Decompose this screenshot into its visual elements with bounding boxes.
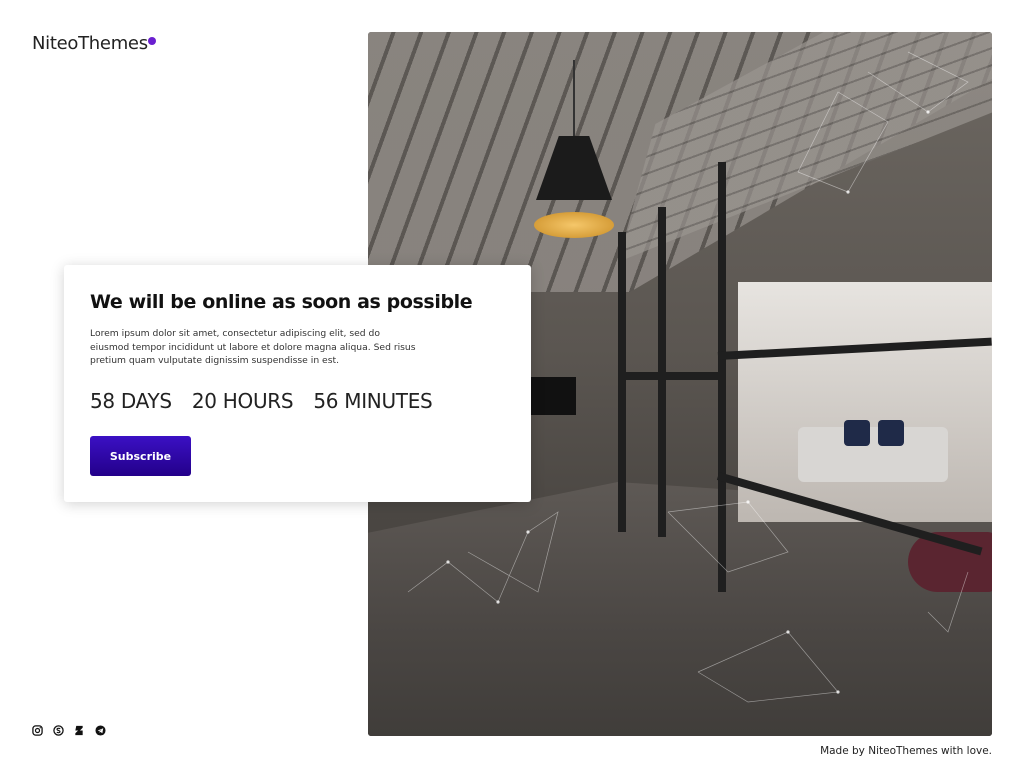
subscribe-button[interactable]: Subscribe	[90, 436, 191, 476]
countdown-hours: 20 HOURS	[191, 389, 294, 413]
skype-icon[interactable]	[52, 724, 64, 736]
deviantart-icon[interactable]	[73, 724, 85, 736]
social-links	[31, 724, 106, 736]
countdown-minutes: 56 MINUTES	[313, 389, 433, 413]
announcement-card: We will be online as soon as possible Lo…	[64, 265, 531, 502]
instagram-icon[interactable]	[31, 724, 43, 736]
brand-logo[interactable]: NiteoThemes	[32, 33, 148, 54]
brand-dot	[148, 37, 156, 45]
telegram-icon[interactable]	[94, 724, 106, 736]
description-text: Lorem ipsum dolor sit amet, consectetur …	[90, 328, 416, 366]
countdown-days: 58 DAYS	[90, 389, 172, 413]
footer-credit: Made by NiteoThemes with love.	[820, 745, 992, 757]
page-title: We will be online as soon as possible	[90, 291, 473, 313]
countdown-timer: 58 DAYS 20 HOURS 56 MINUTES	[90, 389, 446, 413]
